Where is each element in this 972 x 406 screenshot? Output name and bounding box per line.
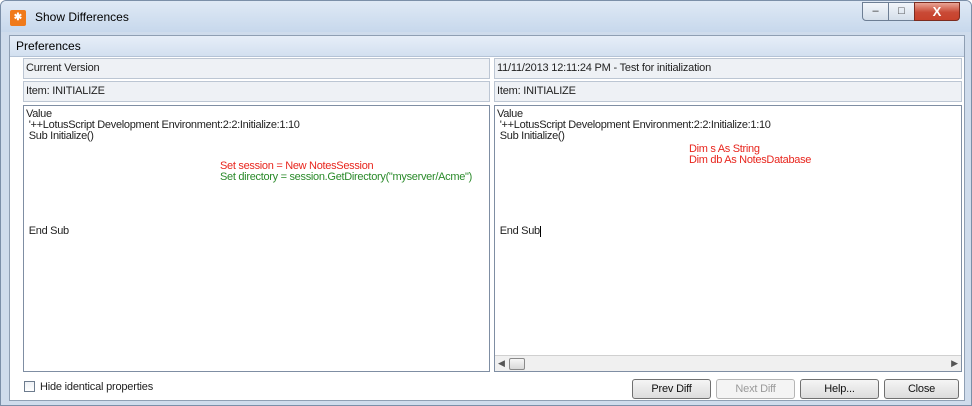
next-diff-button[interactable]: Next Diff (716, 379, 795, 399)
current-version-header: Current Version (23, 58, 490, 79)
scroll-right-arrow-icon[interactable]: ▶ (951, 358, 958, 369)
window-title: Show Differences (35, 10, 129, 24)
previous-version-header-label: 11/11/2013 12:11:24 PM - Test for initia… (497, 62, 711, 74)
left-line-diff-directory: Set directory = session.GetDirectory("my… (220, 171, 473, 183)
right-line-end-sub: End Sub (497, 225, 541, 237)
preferences-label[interactable]: Preferences (16, 39, 81, 53)
hide-identical-checkbox[interactable] (24, 381, 35, 392)
right-item-header: Item: INITIALIZE (494, 81, 962, 102)
maximize-button[interactable]: □ (888, 2, 915, 21)
previous-version-header: 11/11/2013 12:11:24 PM - Test for initia… (494, 58, 962, 79)
preferences-bar[interactable]: Preferences (10, 36, 964, 57)
left-line-sub: Sub Initialize() (26, 130, 94, 142)
bottom-bar: Hide identical properties Prev Diff Next… (10, 376, 964, 400)
right-line-end-sub-text: End Sub (497, 225, 540, 237)
left-text-area[interactable]: Value '++LotusScript Development Environ… (23, 105, 490, 372)
right-text-area[interactable]: Value '++LotusScript Development Environ… (494, 105, 962, 372)
right-line-sub: Sub Initialize() (497, 130, 565, 142)
lotus-notes-icon: ✱ (10, 10, 26, 26)
text-cursor (539, 225, 541, 237)
prev-diff-button[interactable]: Prev Diff (632, 379, 711, 399)
horizontal-scrollbar[interactable]: ◀ ▶ (495, 355, 961, 371)
left-item-label: Item: INITIALIZE (26, 85, 105, 97)
close-window-button[interactable]: X (914, 2, 960, 21)
right-line-diff-dim-db: Dim db As NotesDatabase (689, 154, 812, 166)
current-version-pane: Current Version Item: INITIALIZE Value '… (23, 58, 490, 372)
scroll-left-arrow-icon[interactable]: ◀ (498, 358, 505, 369)
hide-identical-label[interactable]: Hide identical properties (40, 381, 153, 393)
right-item-label: Item: INITIALIZE (497, 85, 576, 97)
previous-version-pane: 11/11/2013 12:11:24 PM - Test for initia… (494, 58, 962, 372)
left-line-end-sub: End Sub (26, 225, 69, 237)
dialog-client-area: Preferences Current Version Item: INITIA… (9, 35, 965, 401)
scrollbar-thumb[interactable] (509, 358, 525, 370)
title-bar[interactable]: ✱ Show Differences – □ X (1, 1, 971, 32)
left-item-header: Item: INITIALIZE (23, 81, 490, 102)
show-differences-window: ✱ Show Differences – □ X Preferences Cur… (0, 0, 972, 406)
help-button[interactable]: Help... (800, 379, 879, 399)
current-version-header-label: Current Version (26, 62, 100, 74)
minimize-button[interactable]: – (862, 2, 889, 21)
close-button[interactable]: Close (884, 379, 959, 399)
